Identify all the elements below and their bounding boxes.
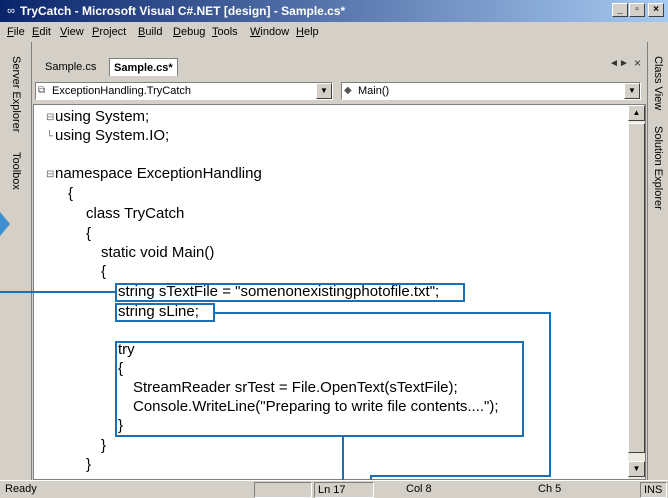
tab-sample-cs-modified[interactable]: Sample.cs* (109, 58, 178, 76)
tab-prev-icon[interactable]: ◄ (609, 58, 619, 69)
code-line[interactable]: { (68, 184, 73, 204)
title-bar[interactable]: ∞ TryCatch - Microsoft Visual C#.NET [de… (0, 0, 668, 22)
tab-sample-cs[interactable]: Sample.cs (41, 58, 100, 76)
menu-window[interactable]: Window (250, 25, 289, 39)
toolbox-tab[interactable]: Toolbox (9, 152, 23, 190)
tab-next-icon[interactable]: ► (619, 58, 629, 69)
method-icon: ◆ (344, 85, 352, 96)
code-line[interactable]: } (101, 436, 106, 456)
class-icon: ⧉ (38, 85, 46, 96)
class-view-tab[interactable]: Class View (651, 56, 665, 110)
code-line[interactable]: { (86, 224, 91, 244)
status-panel-empty (254, 482, 312, 498)
callout-line-sline-v (549, 312, 551, 477)
class-combo-value: ExceptionHandling.TryCatch (52, 85, 191, 97)
navigation-bar: ⧉ ExceptionHandling.TryCatch ▼ ◆ Main() … (33, 80, 646, 102)
highlight-box-try (115, 341, 524, 437)
menu-help[interactable]: Help (296, 25, 319, 39)
menu-tools[interactable]: Tools (212, 25, 238, 39)
highlight-box-textfile (115, 283, 465, 302)
fold-collapse-icon[interactable]: ⊟ (46, 169, 54, 180)
callout-line-textfile (0, 291, 116, 293)
minimize-button[interactable]: _ (612, 3, 628, 17)
menu-edit[interactable]: Edit (32, 25, 51, 39)
vertical-scrollbar[interactable]: ▲ ▼ (628, 105, 645, 479)
status-ch: Ch 5 (538, 483, 562, 495)
status-col: Col 8 (406, 483, 432, 495)
status-message: Ready (5, 483, 37, 495)
document-area: Sample.cs Sample.cs* ◄ ► × ⧉ ExceptionHa… (33, 42, 646, 480)
tab-close-icon[interactable]: × (634, 56, 641, 70)
menu-file[interactable]: File (7, 25, 25, 39)
server-explorer-tab[interactable]: Server Explorer (9, 56, 23, 132)
menu-view[interactable]: View (60, 25, 84, 39)
code-line[interactable]: { (101, 262, 106, 282)
app-icon[interactable]: ∞ (3, 3, 19, 19)
tab-strip: Sample.cs Sample.cs* ◄ ► × (33, 42, 646, 78)
fold-collapse-icon[interactable]: ⊟ (46, 112, 54, 123)
class-combo-dropdown-icon[interactable]: ▼ (316, 83, 332, 99)
solution-explorer-tab[interactable]: Solution Explorer (651, 126, 665, 210)
pointer-arrow-icon (0, 212, 10, 236)
code-line[interactable]: using System; (55, 107, 149, 127)
left-dock: Server Explorer Toolbox (0, 42, 32, 480)
scroll-up-icon[interactable]: ▲ (628, 105, 645, 121)
code-editor[interactable]: ⊟ └ ⊟ using System; using System.IO; nam… (33, 104, 646, 480)
highlight-box-sline (115, 303, 215, 322)
member-combo[interactable]: ◆ Main() ▼ (341, 82, 641, 100)
code-line[interactable]: class TryCatch (86, 204, 184, 224)
scroll-down-icon[interactable]: ▼ (628, 461, 645, 477)
code-line[interactable]: static void Main() (101, 243, 214, 263)
callout-line-sline-bottom (370, 475, 551, 477)
menu-project[interactable]: Project (92, 25, 126, 39)
code-line[interactable]: } (86, 455, 91, 475)
window-title: TryCatch - Microsoft Visual C#.NET [desi… (20, 4, 346, 18)
member-combo-value: Main() (358, 85, 390, 97)
status-bar: Ready Ln 17 Col 8 Ch 5 INS (0, 480, 668, 498)
close-button[interactable]: × (648, 3, 664, 17)
scroll-thumb[interactable] (628, 123, 645, 453)
class-combo[interactable]: ⧉ ExceptionHandling.TryCatch ▼ (35, 82, 333, 100)
menu-debug[interactable]: Debug (173, 25, 205, 39)
fold-corner-icon: └ (46, 131, 54, 142)
menu-bar: File Edit View Project Build Debug Tools… (0, 22, 668, 42)
right-dock: Class View Solution Explorer (647, 42, 668, 480)
ide-window: ∞ TryCatch - Microsoft Visual C#.NET [de… (0, 0, 668, 498)
code-line[interactable]: using System.IO; (55, 126, 169, 146)
restore-button[interactable]: ▫ (629, 3, 645, 17)
status-line: Ln 17 (314, 482, 374, 498)
status-ins: INS (640, 482, 667, 498)
callout-line-sline-h (214, 312, 551, 314)
member-combo-dropdown-icon[interactable]: ▼ (624, 83, 640, 99)
menu-build[interactable]: Build (138, 25, 162, 39)
code-line[interactable]: namespace ExceptionHandling (55, 164, 262, 184)
